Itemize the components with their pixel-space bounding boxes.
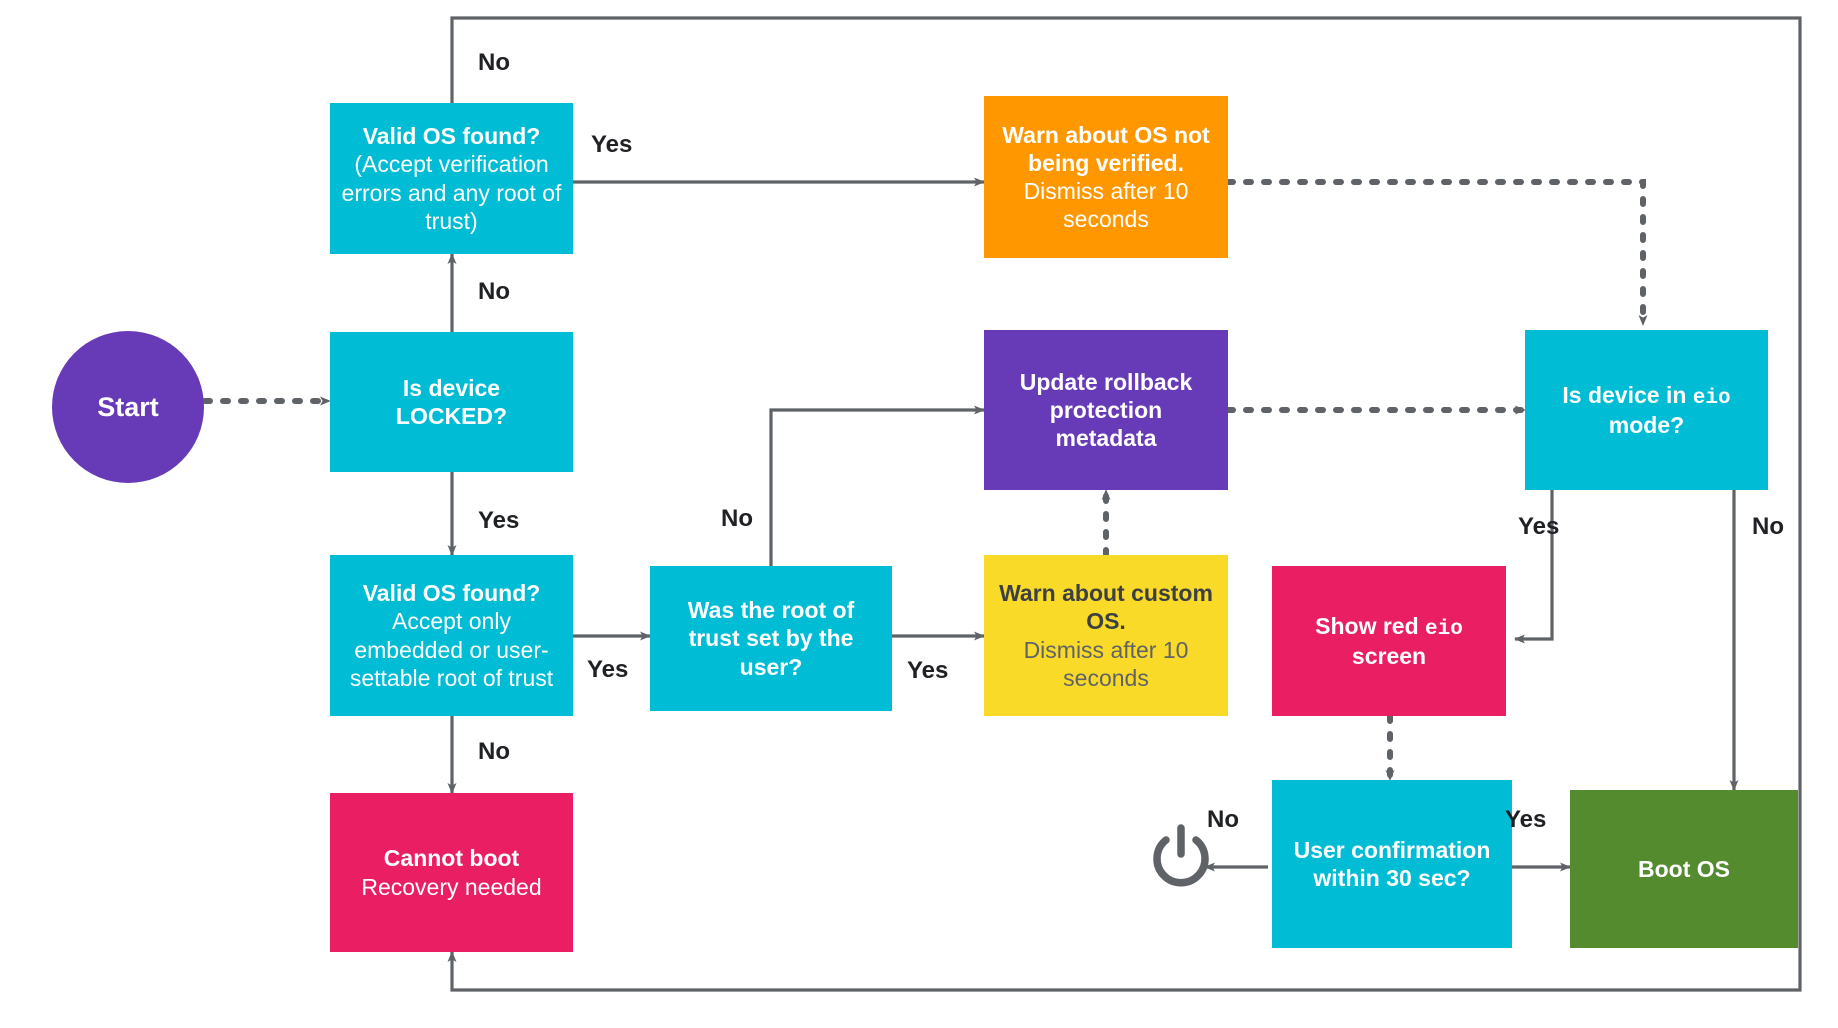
node-cannot-boot-title: Cannot boot: [383, 845, 520, 872]
edge-label-no-root-update: No: [721, 505, 753, 532]
node-warn-custom-os-sub: Dismiss after 10 seconds: [1023, 636, 1189, 691]
node-is-device-locked-title: Is device LOCKED?: [395, 374, 508, 429]
node-warn-custom-os[interactable]: Warn about custom OS. Dismiss after 10 s…: [984, 555, 1228, 716]
node-cannot-boot[interactable]: Cannot boot Recovery needed: [330, 793, 573, 952]
node-warn-custom-os-title: Warn about custom OS.: [999, 580, 1213, 635]
node-valid-os-locked[interactable]: Valid OS found? Accept only embedded or …: [330, 555, 573, 716]
node-warn-not-verified[interactable]: Warn about OS not being verified. Dismis…: [984, 96, 1228, 258]
node-cannot-boot-sub: Recovery needed: [361, 873, 542, 900]
node-is-device-locked[interactable]: Is device LOCKED?: [330, 332, 573, 472]
edge-label-yes-unlocked-warn: Yes: [591, 131, 633, 158]
node-user-confirmation[interactable]: User confirmation within 30 sec?: [1272, 780, 1512, 948]
node-root-of-trust-title: Was the root of trust set by the user?: [687, 597, 855, 680]
node-start[interactable]: Start: [52, 331, 204, 483]
node-is-device-eio-title: Is device in eio mode?: [1539, 381, 1754, 440]
node-valid-os-locked-title: Valid OS found?: [362, 580, 541, 607]
show-eio-suffix: screen: [1351, 643, 1427, 670]
edge-label-yes-confirm-boot: Yes: [1505, 806, 1547, 833]
show-eio-mono: eio: [1425, 617, 1463, 641]
eio-title-mono: eio: [1692, 386, 1731, 410]
node-user-confirmation-title: User confirmation within 30 sec?: [1293, 836, 1491, 891]
node-valid-os-unlocked-title: Valid OS found?: [362, 123, 541, 150]
node-warn-not-verified-sub: Dismiss after 10 seconds: [1023, 178, 1189, 233]
node-warn-not-verified-title: Warn about OS not being verified.: [1002, 121, 1210, 176]
edge-label-no-locked-up: No: [478, 278, 510, 305]
eio-title-prefix: Is device in: [1562, 381, 1693, 408]
power-icon: [1146, 820, 1216, 896]
node-update-rollback[interactable]: Update rollback protection metadata: [984, 330, 1228, 490]
node-valid-os-unlocked[interactable]: Valid OS found? (Accept verification err…: [330, 103, 573, 254]
edge-label-yes-validos-root: Yes: [587, 656, 629, 683]
node-show-red-eio-title: Show red eio screen: [1286, 612, 1492, 671]
edge-label-no-top-loop: No: [478, 49, 510, 76]
edge-label-no-eio-boot: No: [1752, 513, 1784, 540]
node-show-red-eio[interactable]: Show red eio screen: [1272, 566, 1506, 716]
show-eio-prefix: Show red: [1315, 612, 1426, 639]
flowchart-canvas: Start Valid OS found? (Accept verificati…: [0, 0, 1838, 1028]
node-is-device-eio[interactable]: Is device in eio mode?: [1525, 330, 1768, 490]
node-root-of-trust[interactable]: Was the root of trust set by the user?: [650, 566, 892, 711]
edge-label-no-confirm-power: No: [1207, 806, 1239, 833]
node-update-rollback-title: Update rollback protection metadata: [1019, 368, 1193, 452]
eio-title-suffix: mode?: [1608, 412, 1685, 439]
node-start-label: Start: [97, 391, 159, 422]
connector-layer: [202, 16, 1802, 992]
node-valid-os-unlocked-sub: (Accept verification errors and any root…: [341, 151, 562, 234]
edge-label-yes-root-warn: Yes: [907, 657, 949, 684]
node-boot-os-title: Boot OS: [1638, 855, 1730, 882]
edge-label-yes-eio-show: Yes: [1518, 513, 1560, 540]
edge-label-yes-locked-down: Yes: [478, 507, 520, 534]
edge-label-no-validos-cannotboot: No: [478, 738, 510, 765]
node-boot-os[interactable]: Boot OS: [1570, 790, 1798, 948]
node-valid-os-locked-sub: Accept only embedded or user-settable ro…: [349, 608, 554, 691]
